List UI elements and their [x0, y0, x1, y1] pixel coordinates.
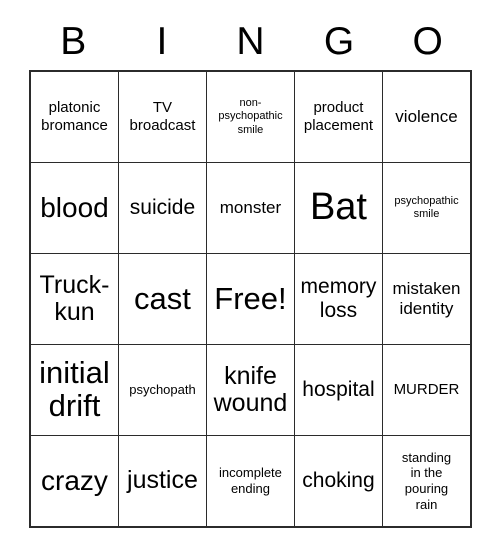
bingo-cell[interactable]: memory loss	[293, 253, 383, 345]
bingo-header-letter-i: I	[156, 19, 168, 63]
bingo-cell[interactable]: suicide	[117, 162, 207, 254]
bingo-cell[interactable]: product placement	[293, 70, 383, 163]
bingo-cell[interactable]: psychopathic smile	[381, 162, 472, 254]
bingo-cell-label: knife wound	[213, 361, 288, 417]
bingo-cell-label: MURDER	[393, 381, 460, 399]
bingo-cell-label: TV broadcast	[129, 99, 196, 134]
bingo-cell[interactable]: choking	[293, 435, 383, 528]
bingo-header-letter-b: B	[60, 19, 87, 63]
bingo-cell-label: platonic bromance	[41, 99, 108, 134]
bingo-cell-label: hospital	[302, 378, 375, 402]
bingo-row: crazy justice incomplete ending choking …	[29, 435, 472, 528]
bingo-grid: platonic bromance TV broadcast non- psyc…	[29, 70, 472, 528]
bingo-cell-free[interactable]: Free!	[205, 253, 295, 345]
bingo-cell[interactable]: hospital	[293, 344, 383, 436]
bingo-row: initial drift psychopath knife wound hos…	[29, 344, 472, 436]
bingo-cell-label: Bat	[309, 186, 367, 229]
bingo-cell[interactable]: cast	[117, 253, 207, 345]
bingo-cell-label: incomplete ending	[219, 465, 282, 496]
bingo-cell-label: violence	[395, 107, 458, 127]
bingo-cell-label: monster	[219, 198, 282, 218]
bingo-header-letter-g: G	[323, 19, 355, 63]
bingo-card: B I N G O platonic bromance TV broadcast…	[29, 14, 472, 528]
bingo-cell[interactable]: mistaken identity	[381, 253, 472, 345]
bingo-cell-label: crazy	[41, 464, 108, 496]
bingo-cell[interactable]: knife wound	[205, 344, 295, 436]
bingo-row: blood suicide monster Bat psychopathic s…	[29, 162, 472, 254]
bingo-cell[interactable]: monster	[205, 162, 295, 254]
bingo-cell-label: product placement	[303, 99, 374, 134]
bingo-header-letter-o: O	[412, 19, 443, 63]
bingo-cell[interactable]: standing in the pouring rain	[381, 435, 472, 528]
bingo-cell[interactable]: initial drift	[29, 344, 119, 436]
bingo-row: Truck- kun cast Free! memory loss mistak…	[29, 253, 472, 345]
bingo-cell-label: Free!	[214, 280, 287, 316]
bingo-row: platonic bromance TV broadcast non- psyc…	[29, 70, 472, 163]
bingo-cell[interactable]: non- psychopathic smile	[205, 70, 295, 163]
bingo-cell[interactable]: platonic bromance	[29, 70, 119, 163]
bingo-header-letter-n: N	[236, 19, 265, 63]
bingo-cell-label: psychopathic smile	[394, 194, 459, 220]
bingo-cell[interactable]: Truck- kun	[29, 253, 119, 345]
bingo-cell-label: psychopath	[129, 382, 196, 398]
bingo-cell-label: cast	[134, 280, 191, 316]
bingo-cell[interactable]: MURDER	[381, 344, 472, 436]
bingo-cell-label: choking	[302, 469, 375, 493]
bingo-cell[interactable]: TV broadcast	[117, 70, 207, 163]
bingo-cell[interactable]: Bat	[293, 162, 383, 254]
bingo-cell[interactable]: violence	[381, 70, 472, 163]
bingo-cell-label: Truck- kun	[39, 270, 110, 326]
bingo-cell-label: suicide	[129, 196, 196, 220]
bingo-cell-label: non- psychopathic smile	[218, 96, 283, 136]
bingo-cell-label: memory loss	[300, 275, 377, 322]
bingo-cell-label: blood	[40, 191, 109, 223]
bingo-cell[interactable]: blood	[29, 162, 119, 254]
bingo-cell-label: justice	[127, 466, 198, 495]
bingo-cell-label: initial drift	[39, 355, 110, 423]
bingo-cell-label: standing in the pouring rain	[401, 449, 452, 512]
bingo-cell[interactable]: crazy	[29, 435, 119, 528]
bingo-header-row: B I N G O	[29, 14, 472, 70]
bingo-cell[interactable]: incomplete ending	[205, 435, 295, 528]
bingo-cell-label: mistaken identity	[392, 279, 461, 318]
bingo-cell[interactable]: justice	[117, 435, 207, 528]
bingo-cell[interactable]: psychopath	[117, 344, 207, 436]
